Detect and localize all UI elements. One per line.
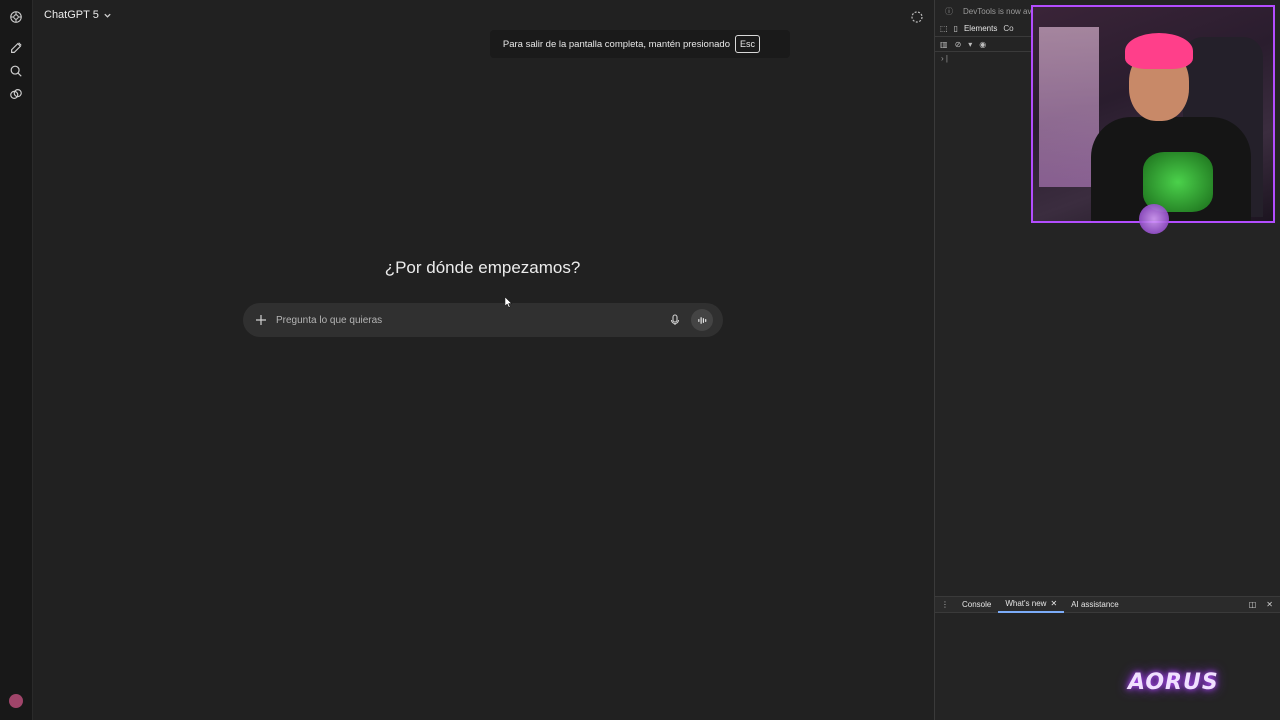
toast-message: Para salir de la pantalla completa, mant…	[502, 38, 730, 50]
close-icon[interactable]: ✕	[1266, 600, 1273, 609]
more-options-icon[interactable]: ⋮	[935, 600, 955, 609]
plus-icon[interactable]	[255, 314, 267, 326]
webcam-overlay	[1031, 5, 1275, 223]
chatgpt-logo-icon[interactable]	[8, 9, 24, 25]
drawer-tab-whats-new[interactable]: What's new ✕	[998, 596, 1065, 613]
library-icon[interactable]	[8, 86, 24, 102]
temporary-chat-icon[interactable]	[910, 10, 924, 24]
new-chat-icon[interactable]	[8, 40, 24, 56]
mouse-cursor-icon	[505, 297, 512, 308]
sidebar-toggle-icon[interactable]: ▥	[940, 40, 948, 49]
prompt-input[interactable]	[276, 314, 669, 326]
microphone-icon[interactable]	[669, 314, 681, 326]
esc-key-badge: Esc	[734, 35, 760, 53]
model-selector[interactable]: ChatGPT 5	[44, 9, 112, 21]
devtools-drawer: ⋮ Console What's new ✕ AI assistance ◫ ✕	[935, 596, 1280, 613]
webcam-shirt-print	[1143, 152, 1213, 212]
search-icon[interactable]	[8, 63, 24, 79]
streamer-badge-icon	[1139, 204, 1169, 234]
voice-mode-button[interactable]	[691, 309, 713, 331]
devtools-tabs: ⬚ ▯ Elements Co	[935, 20, 1035, 36]
fullscreen-toast: Para salir de la pantalla completa, mant…	[490, 30, 790, 58]
inspect-icon[interactable]: ⬚	[940, 24, 948, 33]
devtools-toolbar: ▥ ⊘ ▾ ◉	[935, 36, 1035, 52]
webcam-person-hair	[1125, 33, 1193, 69]
devtools-notice: ⓘ DevTools is now av	[945, 6, 1031, 17]
avatar[interactable]	[9, 694, 23, 708]
close-tab-icon[interactable]: ✕	[1050, 599, 1057, 608]
tab-console[interactable]: Co	[1003, 24, 1013, 33]
webcam-background-shelf	[1039, 27, 1099, 187]
info-icon: ⓘ	[945, 7, 953, 16]
composer[interactable]	[243, 303, 723, 337]
drawer-tab-ai-assistance[interactable]: AI assistance	[1064, 596, 1126, 613]
drawer-tab-whats-new-label: What's new	[1005, 599, 1047, 608]
dock-icon[interactable]: ◫	[1249, 600, 1257, 609]
filter-dropdown-icon[interactable]: ▾	[968, 40, 972, 49]
waveform-icon	[697, 316, 706, 324]
sidebar-rail	[0, 0, 33, 720]
eye-icon[interactable]: ◉	[979, 40, 986, 49]
devtools-notice-text: DevTools is now av	[963, 7, 1032, 16]
console-prompt[interactable]: › |	[941, 54, 948, 63]
drawer-tab-console[interactable]: Console	[955, 596, 998, 613]
model-label: ChatGPT 5	[44, 9, 99, 21]
clear-console-icon[interactable]: ⊘	[955, 40, 962, 49]
page-title: ¿Por dónde empezamos?	[384, 258, 581, 277]
tab-elements[interactable]: Elements	[964, 24, 997, 33]
device-toggle-icon[interactable]: ▯	[954, 24, 958, 33]
chevron-down-icon	[104, 13, 111, 18]
aorus-logo: AORUS	[1128, 670, 1219, 695]
